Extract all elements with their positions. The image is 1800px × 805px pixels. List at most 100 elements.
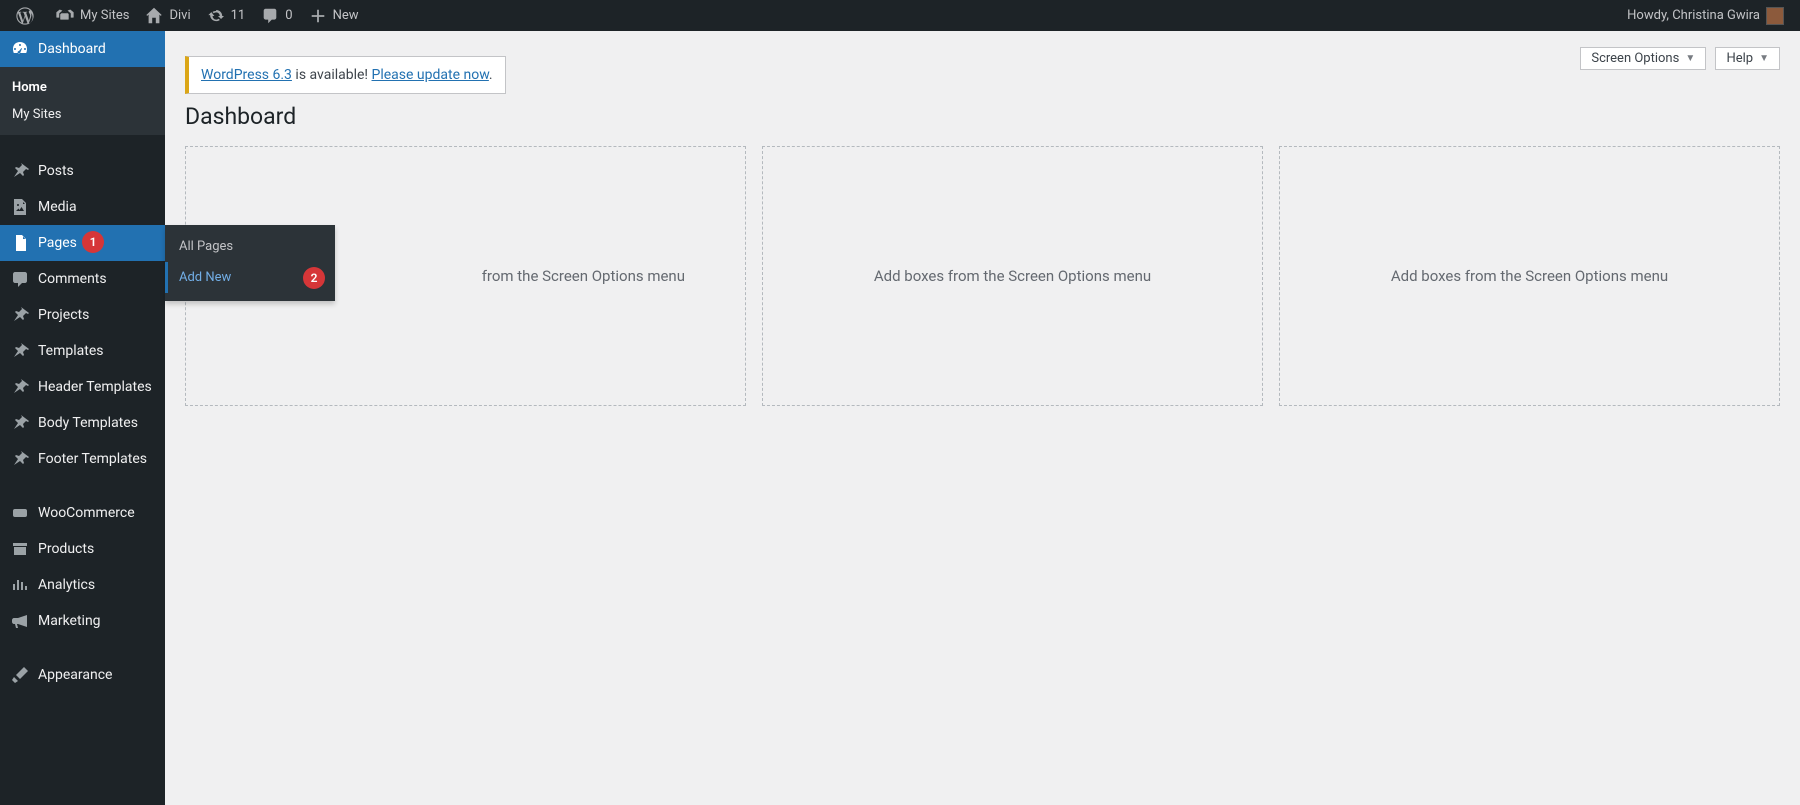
sidebar-footer-templates-label: Footer Templates [38, 451, 147, 467]
dashboard-icon [10, 39, 30, 59]
menu-separator [0, 135, 165, 153]
wordpress-icon [16, 7, 34, 25]
my-sites-label: My Sites [80, 8, 129, 23]
admin-multisite-icon [56, 7, 74, 25]
submenu-home[interactable]: Home [0, 74, 165, 101]
pin-icon [10, 377, 30, 397]
sidebar-pages-label: Pages [38, 235, 77, 251]
chevron-down-icon: ▼ [1685, 53, 1695, 64]
sidebar-item-body-templates[interactable]: Body Templates [0, 405, 165, 441]
sidebar-item-header-templates[interactable]: Header Templates [0, 369, 165, 405]
sidebar-item-dashboard[interactable]: Dashboard [0, 31, 165, 67]
sidebar-item-products[interactable]: Products [0, 531, 165, 567]
pin-icon [10, 161, 30, 181]
brush-icon [10, 665, 30, 685]
sidebar-item-appearance[interactable]: Appearance [0, 657, 165, 693]
pin-icon [10, 341, 30, 361]
sidebar-item-templates[interactable]: Templates [0, 333, 165, 369]
comment-icon [10, 269, 30, 289]
sidebar-item-woocommerce[interactable]: WooCommerce [0, 495, 165, 531]
sidebar-item-marketing[interactable]: Marketing [0, 603, 165, 639]
box-placeholder-3: Add boxes from the Screen Options menu [1279, 146, 1780, 406]
sidebar-item-footer-templates[interactable]: Footer Templates [0, 441, 165, 477]
sidebar-item-posts[interactable]: Posts [0, 153, 165, 189]
flyout-add-new[interactable]: Add New 2 [165, 262, 335, 293]
sidebar-item-analytics[interactable]: Analytics [0, 567, 165, 603]
new-content-button[interactable]: New [301, 0, 367, 31]
site-name-label: Divi [169, 8, 190, 23]
comments-count: 0 [285, 8, 292, 23]
woo-icon [10, 503, 30, 523]
my-account-button[interactable]: Howdy, Christina Gwira [1619, 0, 1792, 31]
dashboard-submenu: Home My Sites [0, 67, 165, 135]
screen-options-button[interactable]: Screen Options ▼ [1580, 47, 1706, 70]
sidebar-dashboard-label: Dashboard [38, 41, 106, 57]
chevron-down-icon: ▼ [1759, 53, 1769, 64]
update-notice: WordPress 6.3 is available! Please updat… [185, 56, 506, 94]
flyout-add-new-label: Add New [179, 270, 231, 285]
megaphone-icon [10, 611, 30, 631]
howdy-prefix: Howdy, [1627, 8, 1672, 23]
comments-button[interactable]: 0 [253, 0, 300, 31]
sidebar-analytics-label: Analytics [38, 577, 95, 593]
sidebar-products-label: Products [38, 541, 94, 557]
sidebar-media-label: Media [38, 199, 77, 215]
annotation-badge-2: 2 [303, 267, 325, 289]
update-icon [207, 7, 225, 25]
plus-icon [309, 7, 327, 25]
notice-end-text: . [489, 67, 493, 83]
sidebar-header-templates-label: Header Templates [38, 379, 152, 395]
sidebar-item-pages[interactable]: Pages 1 All Pages Add New 2 [0, 225, 165, 261]
sidebar-woocommerce-label: WooCommerce [38, 505, 135, 521]
dashboard-boxes: from the Screen Options menu Add boxes f… [185, 146, 1780, 406]
my-sites-button[interactable]: My Sites [48, 0, 137, 31]
pin-icon [10, 305, 30, 325]
box-text-1: from the Screen Options menu [482, 267, 685, 285]
notice-update-link[interactable]: Please update now [372, 67, 489, 83]
content-area: Screen Options ▼ Help ▼ WordPress 6.3 is… [165, 0, 1800, 805]
sidebar-body-templates-label: Body Templates [38, 415, 138, 431]
menu-separator [0, 477, 165, 495]
home-icon [145, 7, 163, 25]
user-name: Christina Gwira [1672, 8, 1760, 23]
chart-bar-icon [10, 575, 30, 595]
archive-icon [10, 539, 30, 559]
page-title: Dashboard [185, 94, 1780, 146]
sidebar-posts-label: Posts [38, 163, 74, 179]
sidebar-item-projects[interactable]: Projects [0, 297, 165, 333]
sidebar-appearance-label: Appearance [38, 667, 112, 683]
site-name-button[interactable]: Divi [137, 0, 198, 31]
media-icon [10, 197, 30, 217]
submenu-my-sites[interactable]: My Sites [0, 101, 165, 128]
pin-icon [10, 413, 30, 433]
admin-sidebar: Dashboard Home My Sites Posts Media Page… [0, 31, 165, 805]
menu-separator [0, 639, 165, 657]
new-label: New [333, 8, 359, 23]
updates-button[interactable]: 11 [199, 0, 254, 31]
notice-wp-link[interactable]: WordPress 6.3 [201, 67, 292, 83]
sidebar-item-comments[interactable]: Comments [0, 261, 165, 297]
sidebar-marketing-label: Marketing [38, 613, 101, 629]
flyout-all-pages[interactable]: All Pages [165, 231, 335, 262]
sidebar-projects-label: Projects [38, 307, 89, 323]
help-label: Help [1726, 51, 1753, 66]
help-button[interactable]: Help ▼ [1715, 47, 1780, 70]
top-buttons: Screen Options ▼ Help ▼ [1574, 47, 1780, 70]
admin-toolbar: My Sites Divi 11 0 New Howdy, Christina … [0, 0, 1800, 31]
wp-logo-button[interactable] [8, 0, 48, 31]
pages-flyout: All Pages Add New 2 [165, 225, 335, 301]
box-placeholder-2: Add boxes from the Screen Options menu [762, 146, 1263, 406]
box-text-3: Add boxes from the Screen Options menu [1391, 267, 1668, 285]
avatar [1766, 7, 1784, 25]
comments-icon [261, 7, 279, 25]
sidebar-comments-label: Comments [38, 271, 107, 287]
annotation-badge-1: 1 [82, 231, 104, 253]
sidebar-templates-label: Templates [38, 343, 104, 359]
notice-mid-text: is available! [292, 67, 372, 83]
page-icon [10, 233, 30, 253]
box-text-2: Add boxes from the Screen Options menu [874, 267, 1151, 285]
pin-icon [10, 449, 30, 469]
sidebar-item-media[interactable]: Media [0, 189, 165, 225]
screen-options-label: Screen Options [1591, 51, 1679, 66]
updates-count: 11 [231, 8, 246, 23]
